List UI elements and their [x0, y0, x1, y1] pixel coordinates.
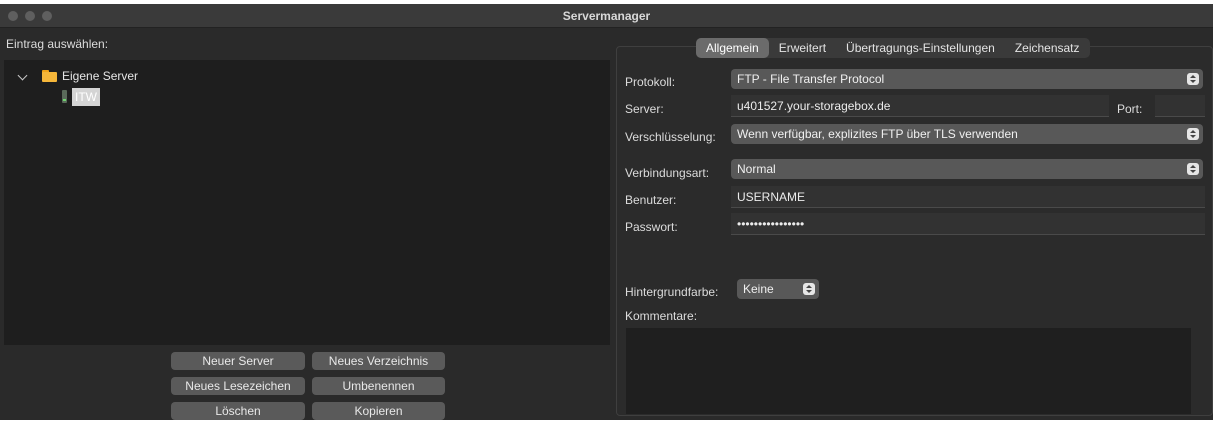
tree-item-eigene-server[interactable]: Eigene Server — [4, 66, 610, 86]
protocol-value: FTP - File Transfer Protocol — [737, 72, 885, 86]
tab-allgemein[interactable]: Allgemein — [696, 38, 769, 58]
logon-type-value: Normal — [737, 162, 776, 176]
delete-button[interactable]: Löschen — [171, 402, 305, 420]
tab-bar: Allgemein Erweitert Übertragungs-Einstel… — [696, 38, 1090, 58]
background-color-select[interactable]: Keine — [737, 279, 819, 299]
user-input[interactable]: USERNAME — [731, 186, 1205, 208]
background-color-value: Keine — [743, 282, 774, 296]
folder-icon — [42, 70, 57, 82]
title-bar: Servermanager — [0, 4, 1213, 28]
select-stepper-icon — [803, 283, 815, 295]
new-server-button[interactable]: Neuer Server — [171, 352, 305, 370]
comments-label: Kommentare: — [625, 309, 698, 323]
rename-button[interactable]: Umbenennen — [312, 377, 445, 395]
user-label: Benutzer: — [625, 193, 677, 207]
password-input[interactable]: •••••••••••••••• — [731, 213, 1205, 235]
logon-type-label: Verbindungsart: — [625, 166, 710, 180]
logon-type-select[interactable]: Normal — [731, 159, 1203, 179]
tab-erweitert[interactable]: Erweitert — [769, 38, 836, 58]
protocol-select[interactable]: FTP - File Transfer Protocol — [731, 69, 1203, 89]
new-bookmark-button[interactable]: Neues Lesezeichen — [171, 377, 305, 395]
server-tree[interactable]: Eigene Server ITW — [4, 60, 610, 345]
encryption-select[interactable]: Wenn verfügbar, explizites FTP über TLS … — [731, 124, 1203, 144]
select-stepper-icon — [1187, 163, 1199, 175]
window-title: Servermanager — [562, 9, 651, 23]
select-entry-label: Eintrag auswählen: — [6, 37, 109, 51]
port-input[interactable] — [1155, 95, 1205, 117]
tab-uebertragungs-einstellungen[interactable]: Übertragungs-Einstellungen — [836, 38, 1005, 58]
server-label: Server: — [625, 102, 664, 116]
server-icon — [62, 90, 67, 103]
tree-item-itw[interactable]: ITW — [4, 87, 610, 107]
background-color-label: Hintergrundfarbe: — [625, 285, 719, 299]
chevron-down-icon[interactable] — [17, 70, 28, 81]
encryption-label: Verschlüsselung: — [625, 130, 716, 144]
copy-button[interactable]: Kopieren — [312, 402, 445, 420]
protocol-label: Protokoll: — [625, 75, 676, 89]
encryption-value: Wenn verfügbar, explizites FTP über TLS … — [737, 127, 1018, 141]
port-label: Port: — [1117, 102, 1143, 116]
new-folder-button[interactable]: Neues Verzeichnis — [312, 352, 445, 370]
tree-root-label: Eigene Server — [62, 69, 139, 83]
tree-item-label: ITW — [72, 88, 100, 106]
comments-textarea[interactable] — [626, 328, 1191, 414]
password-label: Passwort: — [625, 220, 678, 234]
server-input[interactable]: u401527.your-storagebox.de — [731, 95, 1109, 117]
select-stepper-icon — [1187, 73, 1199, 85]
select-stepper-icon — [1187, 128, 1199, 140]
tab-zeichensatz[interactable]: Zeichensatz — [1005, 38, 1090, 58]
